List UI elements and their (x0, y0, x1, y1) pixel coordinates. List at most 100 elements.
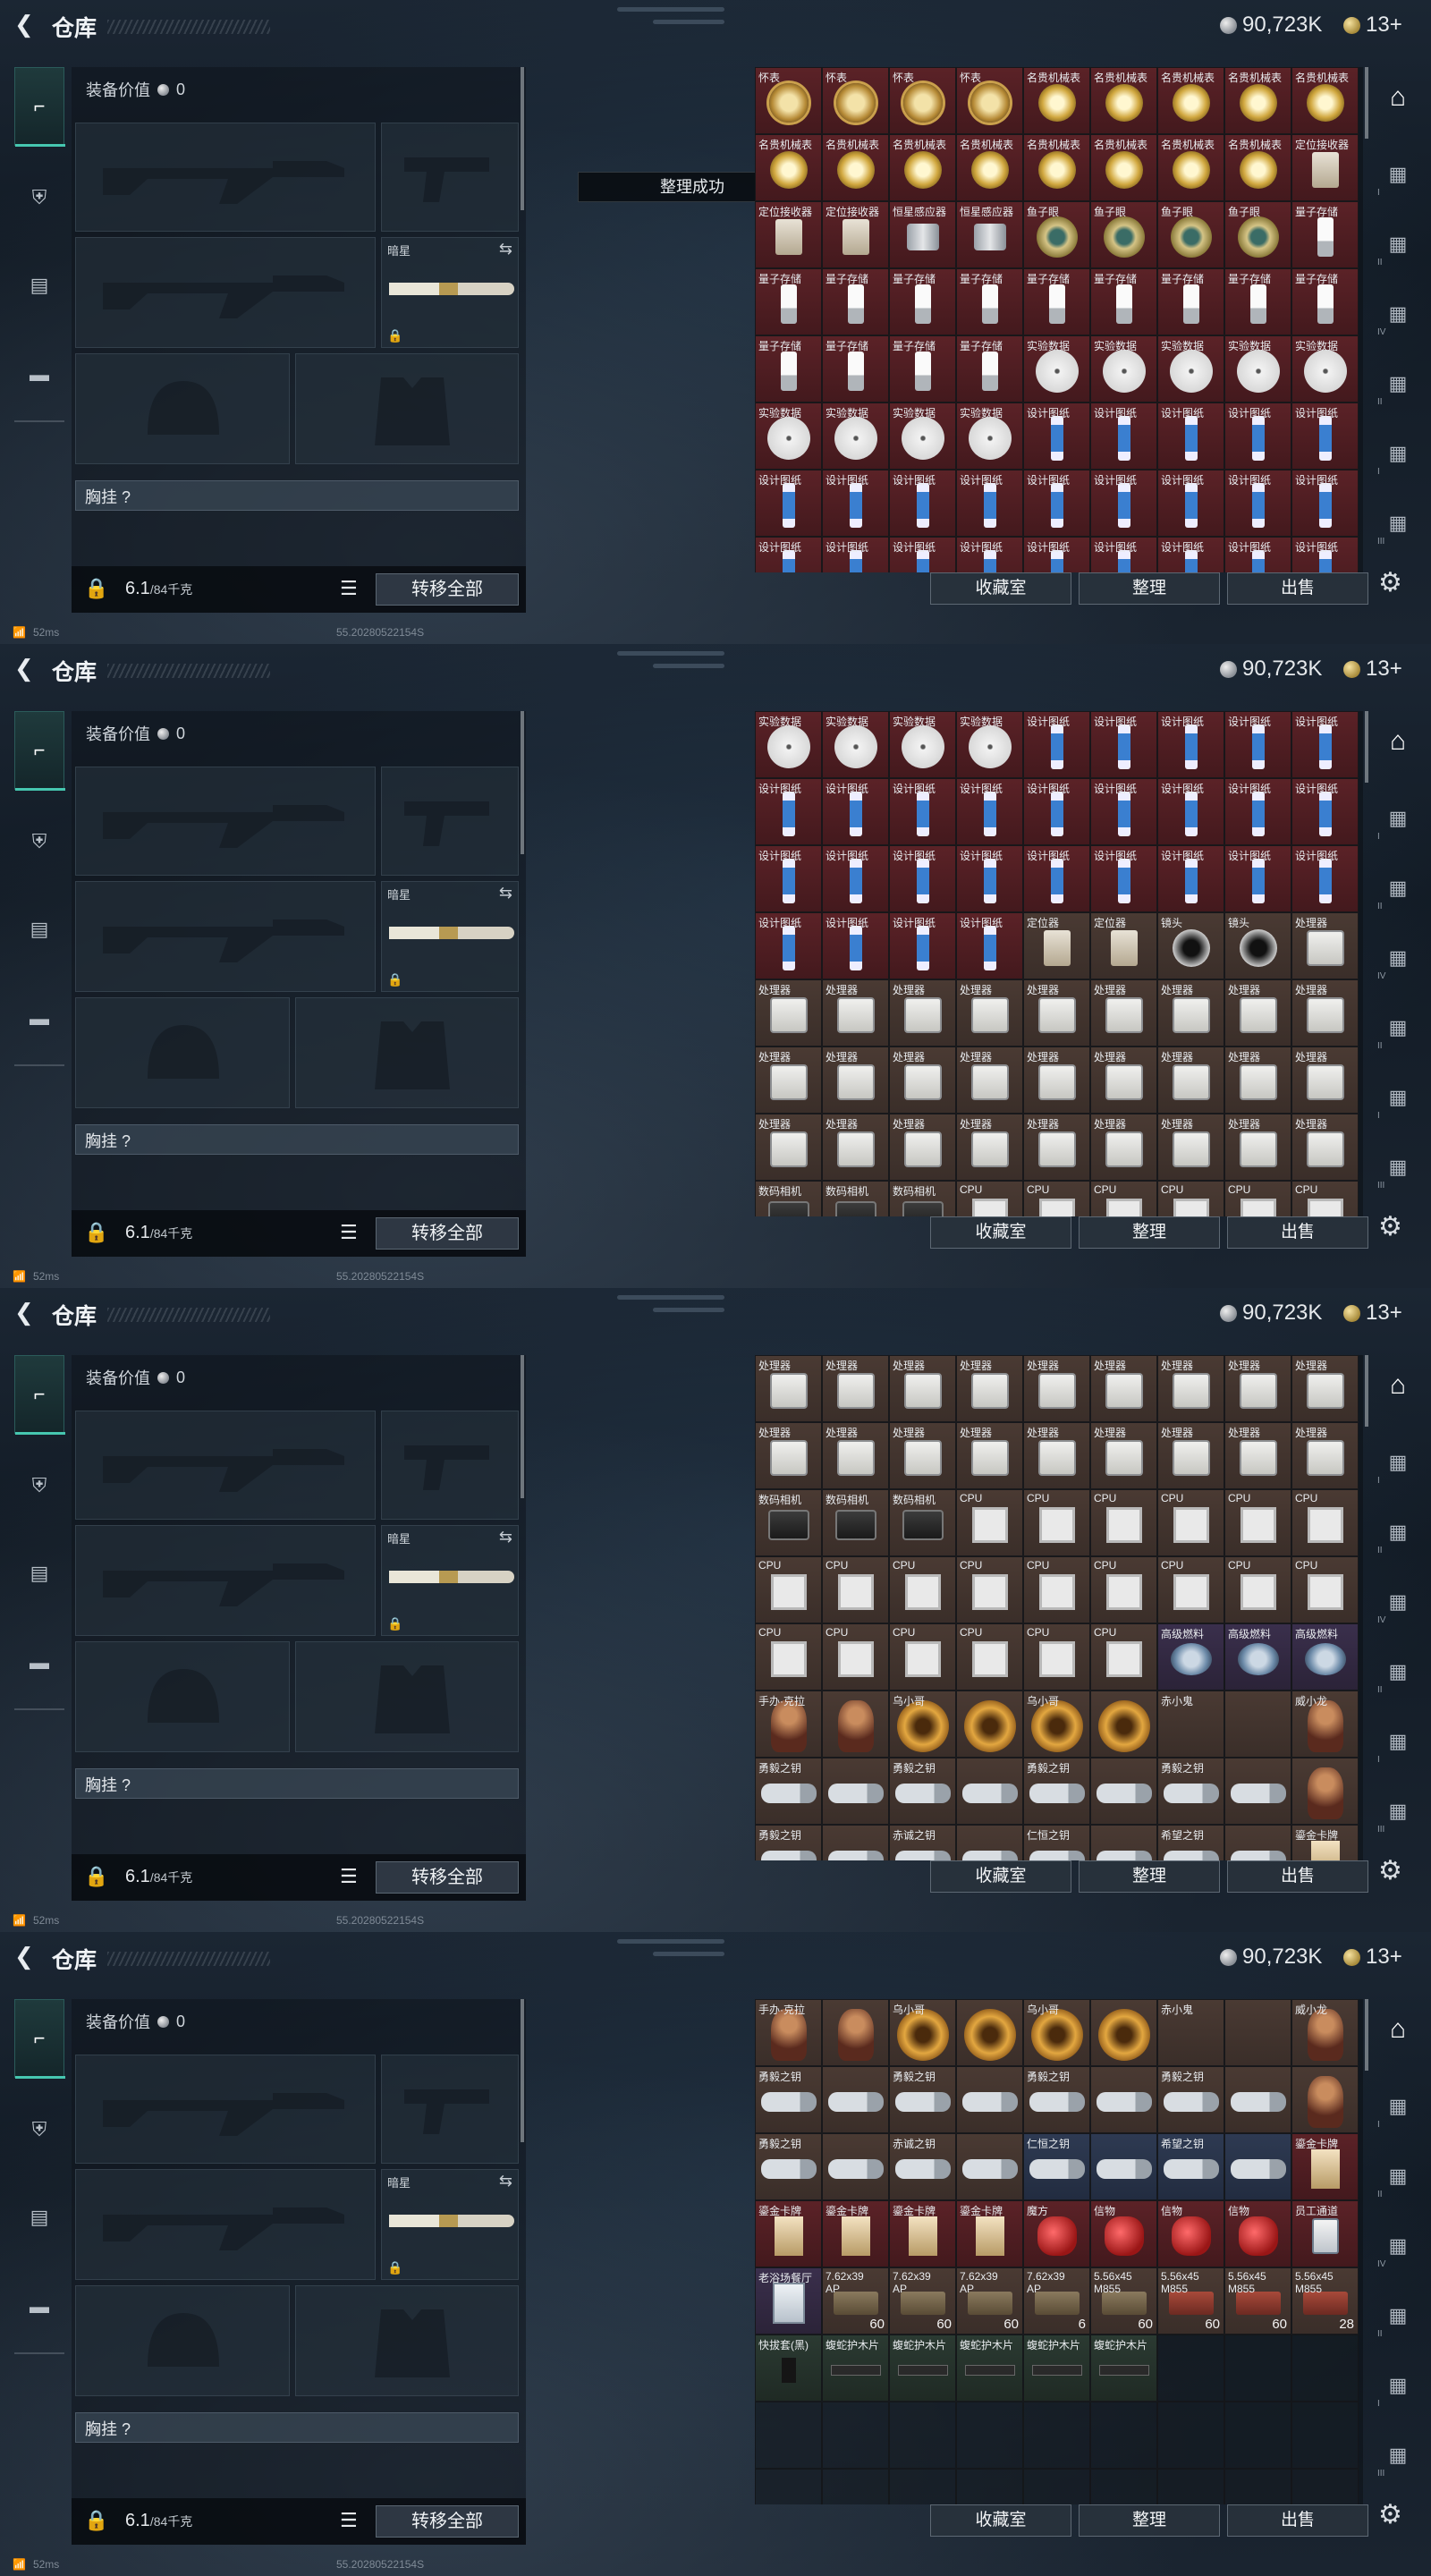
chest-rig-slot[interactable]: 胸挂 ? (75, 1124, 519, 1155)
back-arrow-icon[interactable]: ❮ (14, 13, 38, 36)
chest-rig-slot[interactable]: 胸挂 ? (75, 480, 519, 511)
inventory-item[interactable]: 设计图纸 (1157, 470, 1224, 537)
inventory-item[interactable]: 处理器 (1291, 912, 1359, 979)
inventory-item[interactable]: 5.56x45 M855 60 (1157, 2267, 1224, 2334)
rail-storage-4[interactable]: ▦ II (1372, 997, 1424, 1058)
inventory-item[interactable]: 怀表 (956, 67, 1023, 134)
melee-slot[interactable]: 暗星 ⇆ 🔒 (381, 1525, 519, 1636)
inventory-item[interactable]: CPU (1224, 1556, 1291, 1623)
inventory-item[interactable]: 手办·克拉 (755, 1690, 822, 1758)
inventory-item[interactable] (1224, 1999, 1291, 2066)
inventory-item[interactable]: 量子存储 (1157, 268, 1224, 335)
inventory-item[interactable] (956, 1690, 1023, 1758)
nav-vest[interactable]: ▤ (14, 1534, 64, 1613)
inventory-item[interactable]: 处理器 (1291, 1114, 1359, 1181)
inventory-item[interactable]: CPU (956, 1489, 1023, 1556)
helmet-slot[interactable] (75, 997, 290, 1108)
inventory-item[interactable]: 设计图纸 (956, 912, 1023, 979)
inventory-item[interactable] (956, 1758, 1023, 1825)
inventory-item[interactable]: 勇毅之钥 (1157, 2066, 1224, 2133)
inventory-item[interactable]: 高级燃料 (1157, 1623, 1224, 1690)
secondary-weapon-slot[interactable] (75, 1525, 376, 1636)
empty-slot[interactable] (755, 2469, 822, 2504)
inventory-item[interactable]: 鱼子眼 (1023, 201, 1090, 268)
inventory-item[interactable]: 赤小鬼 (1157, 1690, 1224, 1758)
inventory-item[interactable]: 处理器 (1291, 1046, 1359, 1114)
rail-storage-4[interactable]: ▦ II (1372, 1641, 1424, 1702)
inventory-item[interactable]: 处理器 (1224, 1114, 1291, 1181)
inventory-item[interactable]: 鎏金卡牌 (1291, 1825, 1359, 1860)
inventory-item[interactable]: 名贵机械表 (1023, 134, 1090, 201)
empty-slot[interactable] (889, 2469, 956, 2504)
inventory-item[interactable]: 鱼子眼 (1224, 201, 1291, 268)
inventory-item[interactable]: 怀表 (755, 67, 822, 134)
inventory-item[interactable]: 快拔套(黑) (755, 2334, 822, 2402)
inventory-item[interactable]: 处理器 (1023, 1422, 1090, 1489)
inventory-item[interactable]: 处理器 (956, 1355, 1023, 1422)
rail-storage-5[interactable]: ▦ I (1372, 1711, 1424, 1772)
inventory-item[interactable]: 定位接收器 (755, 201, 822, 268)
inventory-item[interactable]: 设计图纸 (1291, 711, 1359, 778)
inventory-item[interactable] (1090, 2066, 1157, 2133)
inventory-item[interactable]: 设计图纸 (1291, 470, 1359, 537)
inventory-item[interactable]: 量子存储 (1291, 268, 1359, 335)
rail-storage-2[interactable]: ▦ II (1372, 858, 1424, 919)
list-icon[interactable]: ☰ (340, 577, 358, 600)
inventory-item[interactable]: 处理器 (755, 1422, 822, 1489)
nav-vest[interactable]: ▤ (14, 890, 64, 969)
inventory-item[interactable]: 勇毅之钥 (1157, 1758, 1224, 1825)
inventory-item[interactable]: 名贵机械表 (1023, 67, 1090, 134)
back-arrow-icon[interactable]: ❮ (14, 657, 38, 680)
rail-safehouse[interactable]: ⌂ (1372, 1355, 1424, 1416)
inventory-item[interactable]: 实验数据 (956, 402, 1023, 470)
inventory-item[interactable]: 勇毅之钥 (889, 2066, 956, 2133)
inventory-item[interactable]: 设计图纸 (1157, 778, 1224, 845)
inventory-item[interactable]: 数码相机 (822, 1489, 889, 1556)
body-armor-slot[interactable] (295, 353, 519, 464)
inventory-item[interactable]: 设计图纸 (1090, 845, 1157, 912)
inventory-item[interactable]: 处理器 (1157, 1114, 1224, 1181)
inventory-item[interactable]: 7.62x39 AP 60 (956, 2267, 1023, 2334)
inventory-item[interactable]: 实验数据 (755, 711, 822, 778)
inventory-item[interactable]: 设计图纸 (1023, 402, 1090, 470)
inventory-item[interactable]: 7.62x39 AP 60 (889, 2267, 956, 2334)
rail-safehouse[interactable]: ⌂ (1372, 1999, 1424, 2060)
inventory-item[interactable]: 设计图纸 (1090, 402, 1157, 470)
inventory-item[interactable]: 处理器 (755, 1355, 822, 1422)
inventory-item[interactable] (1090, 1758, 1157, 1825)
inventory-item[interactable]: 实验数据 (1090, 335, 1157, 402)
inventory-item[interactable]: 设计图纸 (1157, 845, 1224, 912)
inventory-scrollbar[interactable] (1365, 67, 1368, 139)
body-armor-slot[interactable] (295, 2285, 519, 2396)
sidearm-slot[interactable] (381, 767, 519, 876)
inventory-item[interactable]: 勇毅之钥 (1023, 2066, 1090, 2133)
nav-armor[interactable]: ⛨ (14, 802, 64, 881)
melee-slot[interactable]: 暗星 ⇆ 🔒 (381, 2169, 519, 2280)
inventory-item[interactable]: 设计图纸 (1291, 537, 1359, 572)
inventory-item[interactable]: CPU (1224, 1489, 1291, 1556)
inventory-item[interactable]: 鱼子眼 (1090, 201, 1157, 268)
inventory-item[interactable]: 鎏金卡牌 (755, 2200, 822, 2267)
inventory-item[interactable]: 5.56x45 M855 28 (1291, 2267, 1359, 2334)
nav-weapons[interactable]: ⌐ (14, 1999, 65, 2079)
inventory-item[interactable]: 名贵机械表 (1157, 134, 1224, 201)
inventory-item[interactable]: 设计图纸 (755, 778, 822, 845)
inventory-item[interactable]: 名贵机械表 (1224, 67, 1291, 134)
inventory-item[interactable]: 设计图纸 (755, 845, 822, 912)
empty-slot[interactable] (1090, 2469, 1157, 2504)
inventory-item[interactable] (822, 1999, 889, 2066)
empty-slot[interactable] (1157, 2334, 1224, 2402)
inventory-item[interactable]: 信物 (1157, 2200, 1224, 2267)
inventory-item[interactable]: CPU (1023, 1181, 1090, 1216)
primary-weapon-slot[interactable] (75, 2055, 376, 2164)
inventory-item[interactable] (822, 1825, 889, 1860)
inventory-item[interactable]: 乌小哥 (1023, 1999, 1090, 2066)
inventory-item[interactable]: 定位接收器 (822, 201, 889, 268)
inventory-item[interactable]: 实验数据 (755, 402, 822, 470)
empty-slot[interactable] (1224, 2402, 1291, 2469)
sidearm-slot[interactable] (381, 1411, 519, 1520)
helmet-slot[interactable] (75, 2285, 290, 2396)
sort-button[interactable]: 整理 (1079, 2504, 1220, 2537)
inventory-item[interactable]: 设计图纸 (1090, 778, 1157, 845)
inventory-item[interactable]: 数码相机 (889, 1181, 956, 1216)
